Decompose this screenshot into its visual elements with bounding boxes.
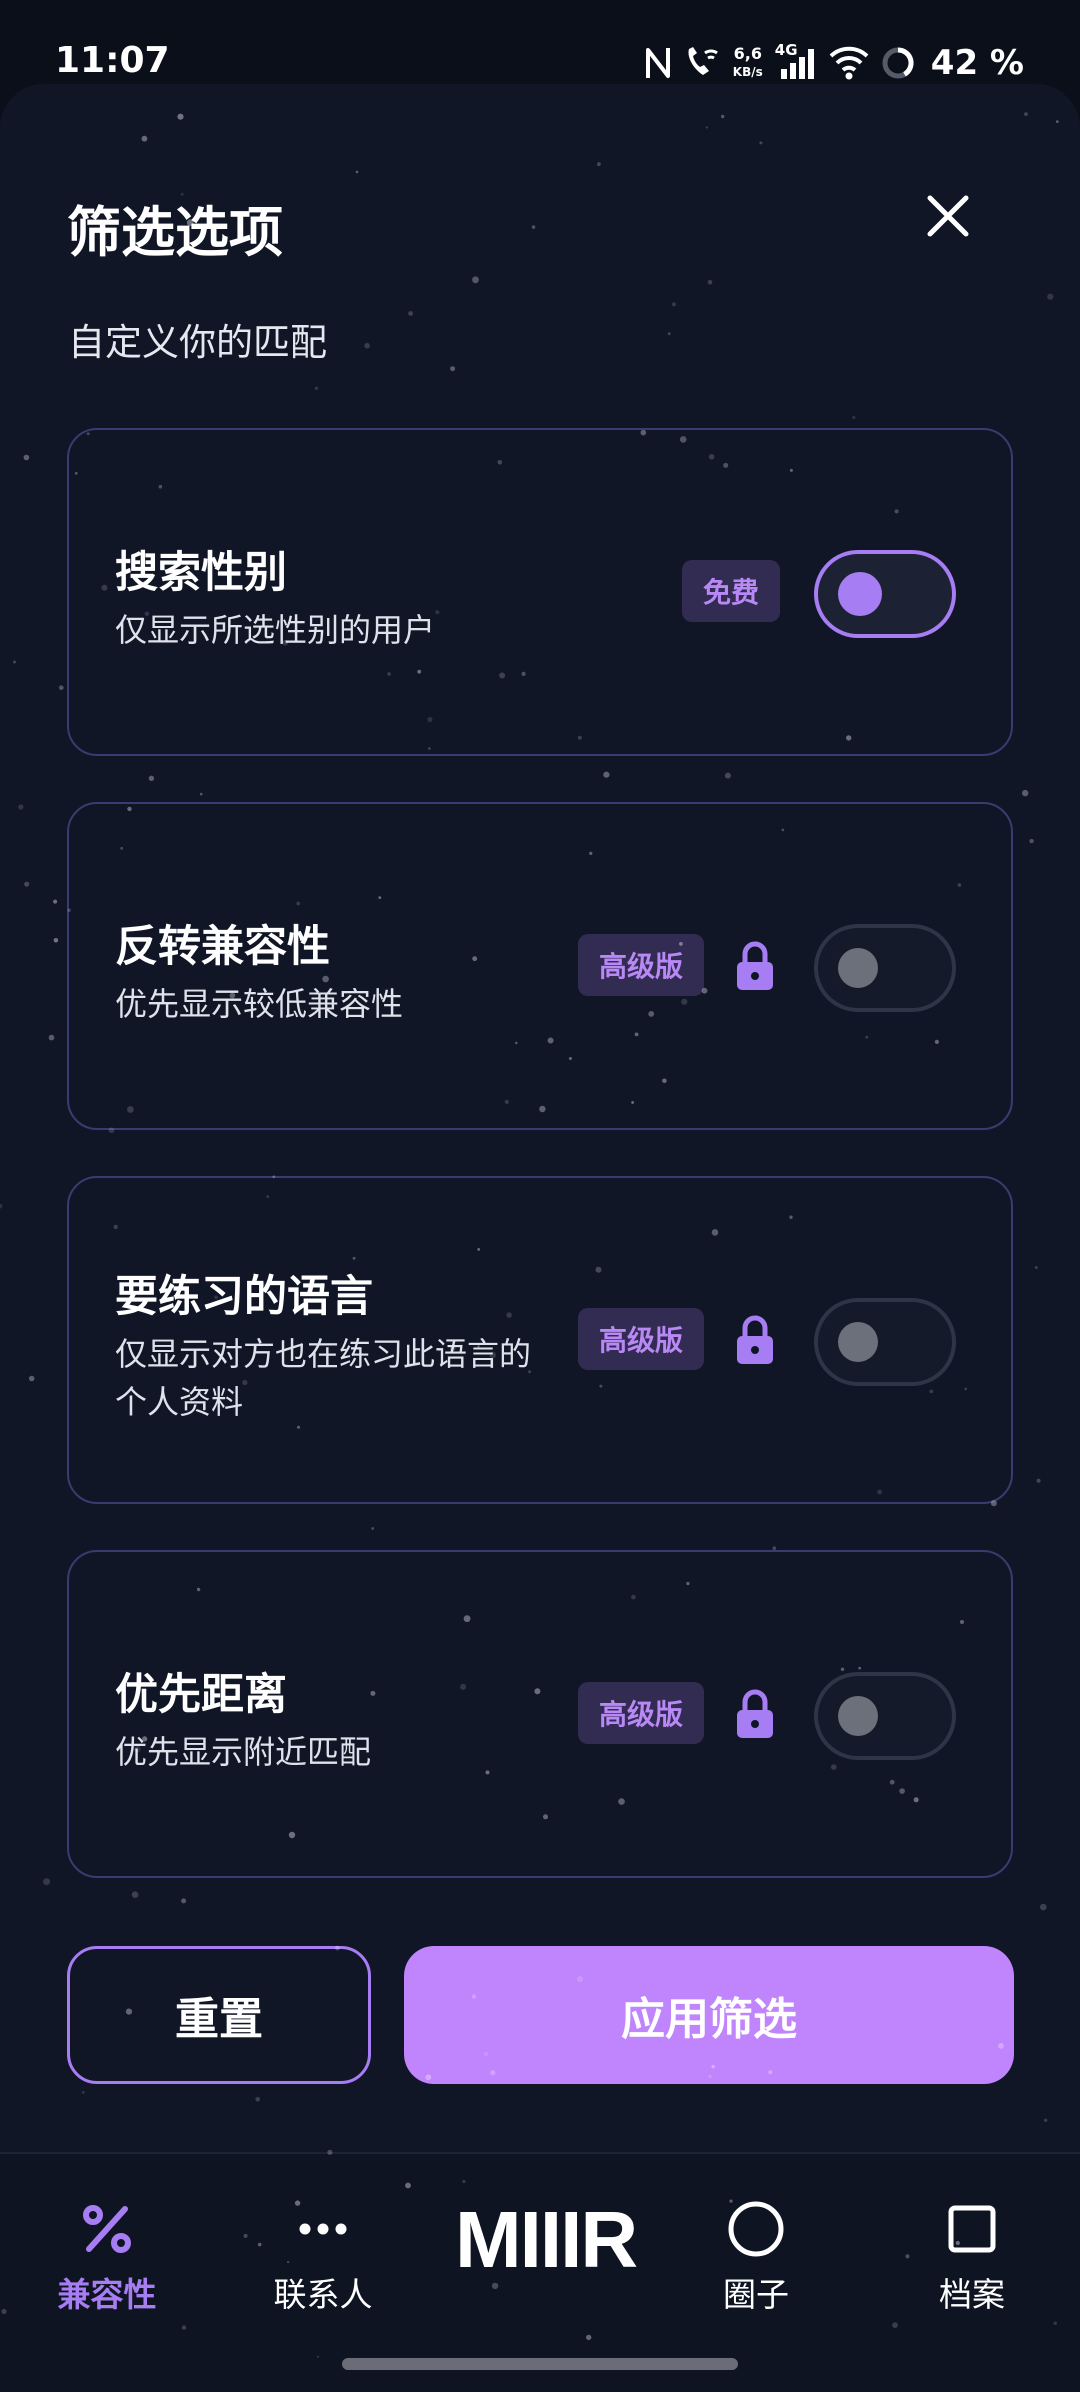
distance-toggle[interactable]	[814, 1672, 956, 1760]
sheet-subtitle: 自定义你的匹配	[68, 321, 327, 364]
nav-label: 圈子	[723, 2275, 789, 2314]
toggle-knob	[838, 948, 878, 988]
toggle-knob	[838, 1322, 878, 1362]
reset-button[interactable]: 重置	[67, 1946, 371, 2084]
nav-label: 联系人	[273, 2275, 373, 2314]
nfc-icon	[645, 48, 670, 78]
bottom-nav: 兼容性 联系人 MIIIR 圈子 档案	[0, 2152, 1080, 2392]
premium-badge: 高级版	[578, 1308, 704, 1370]
premium-badge: 高级版	[578, 1682, 704, 1744]
filter-title: 反转兼容性	[115, 922, 330, 972]
apply-filters-button[interactable]: 应用筛选	[404, 1946, 1014, 2084]
filter-card-language: 要练习的语言 仅显示对方也在练习此语言的个人资料 高级版	[67, 1176, 1013, 1504]
filter-title: 搜索性别	[115, 548, 287, 598]
nav-item-profile[interactable]: 档案	[892, 2194, 1052, 2324]
nav-item-contacts[interactable]: 联系人	[243, 2194, 403, 2324]
wifi-icon	[829, 46, 869, 80]
lock-icon	[737, 1689, 773, 1738]
language-toggle[interactable]	[814, 1298, 956, 1386]
nav-label: 档案	[939, 2275, 1005, 2314]
nav-item-compatibility[interactable]: 兼容性	[27, 2194, 187, 2324]
sheet-title: 筛选选项	[67, 201, 283, 264]
filter-title: 优先距离	[115, 1670, 287, 1720]
filter-card-gender: 搜索性别 仅显示所选性别的用户 免费	[67, 428, 1013, 756]
nav-item-circles[interactable]: 圈子	[676, 2194, 836, 2324]
filter-description: 优先显示较低兼容性	[115, 985, 404, 1023]
premium-badge: 高级版	[578, 934, 704, 996]
filter-description: 优先显示附近匹配	[115, 1733, 372, 1771]
reverse-compatibility-toggle[interactable]	[814, 924, 956, 1012]
free-badge: 免费	[682, 560, 780, 622]
circle-icon	[726, 2194, 786, 2264]
filter-title: 要练习的语言	[115, 1272, 373, 1322]
filter-card-reverse-compatibility: 反转兼容性 优先显示较低兼容性 高级版	[67, 802, 1013, 1130]
toggle-knob	[838, 1696, 878, 1736]
network-speed: 6,6 KB/s	[733, 45, 763, 81]
battery-percentage: 42 %	[930, 43, 1024, 83]
filter-description: 仅显示对方也在练习此语言的个人资料	[115, 1335, 532, 1421]
more-dots-icon	[298, 2194, 348, 2264]
filter-card-distance: 优先距离 优先显示附近匹配 高级版	[67, 1550, 1013, 1878]
square-icon	[947, 2194, 997, 2264]
status-icons: 6,6 KB/s 4G 42 %	[645, 38, 1024, 88]
toggle-knob	[838, 572, 882, 616]
status-bar: 11:07 6,6 KB/s 4G 42 %	[0, 0, 1080, 84]
network-speed-unit: KB/s	[732, 65, 763, 79]
home-indicator	[342, 2358, 738, 2370]
close-button[interactable]	[918, 186, 978, 246]
gender-toggle[interactable]	[814, 550, 956, 638]
network-speed-value: 6,6	[733, 44, 762, 63]
status-time: 11:07	[55, 40, 170, 81]
nav-label: 兼容性	[57, 2275, 157, 2314]
cell-signal-icon: 4G	[775, 41, 817, 81]
battery-ring-icon	[882, 47, 914, 79]
wifi-call-icon	[688, 47, 718, 75]
lock-icon	[737, 1315, 773, 1364]
close-icon	[927, 195, 969, 237]
percent-icon	[79, 2194, 135, 2264]
lock-icon	[737, 941, 773, 990]
filter-description: 仅显示所选性别的用户	[115, 611, 436, 649]
miiir-logo[interactable]: MIIIR	[455, 2194, 638, 2286]
